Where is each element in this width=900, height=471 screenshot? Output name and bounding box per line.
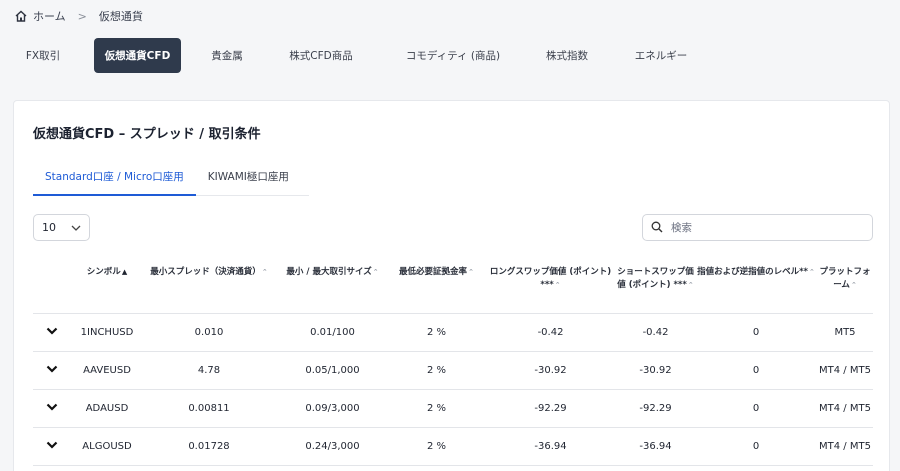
breadcrumb: ホーム > 仮想通貨 — [14, 7, 143, 25]
header-min-spread[interactable]: 最小スプレッド（決済通貨）⌃ — [141, 254, 277, 314]
header-short-swap[interactable]: ショートスワップ価値 (ポイント) ***⌃ — [616, 254, 695, 314]
search-icon — [651, 218, 663, 237]
tab-commodities[interactable]: コモディティ (商品) — [393, 38, 513, 73]
cell-margin: 2 % — [388, 389, 485, 428]
cell-spread: 0.01728 — [141, 427, 277, 466]
cell-level: 0 — [695, 389, 817, 428]
search-box[interactable] — [642, 214, 873, 241]
tab-standard-micro-account[interactable]: Standard口座 / Micro口座用 — [33, 158, 196, 196]
cell-platform: MT4 / MT5 — [817, 351, 873, 390]
breadcrumb-separator: > — [77, 9, 87, 23]
tab-stock-indices[interactable]: 株式指数 — [535, 38, 599, 73]
header-symbol[interactable]: シンボル▲ — [73, 254, 141, 314]
cell-short-swap: -0.42 — [616, 313, 695, 352]
chevron-down-icon[interactable] — [46, 365, 60, 375]
cell-short-swap: -92.29 — [616, 389, 695, 428]
table-row: ALGOUSD 0.01728 0.24/3,000 2 % -36.94 -3… — [33, 427, 873, 466]
cell-short-swap: -36.94 — [616, 427, 695, 466]
cell-symbol: ADAUSD — [73, 389, 141, 428]
cell-level: 0 — [695, 351, 817, 390]
cell-long-swap: -30.92 — [485, 351, 616, 390]
cell-symbol: 1INCHUSD — [73, 313, 141, 352]
header-stop-level[interactable]: 指値および逆指値のレベル**⌃ — [695, 254, 817, 314]
cell-size: 0.09/3,000 — [277, 389, 388, 428]
cell-short-swap: -30.92 — [616, 351, 695, 390]
cell-symbol: AAVEUSD — [73, 351, 141, 390]
conditions-table: シンボル▲ 最小スプレッド（決済通貨）⌃ 最小 / 最大取引サイズ⌃ 最低必要証… — [33, 254, 873, 466]
tab-stock-cfd[interactable]: 株式CFD商品 — [271, 38, 371, 73]
cell-spread: 0.010 — [141, 313, 277, 352]
cell-margin: 2 % — [388, 313, 485, 352]
chevron-down-icon[interactable] — [46, 403, 60, 413]
header-margin-rate[interactable]: 最低必要証拠金率⌃ — [388, 254, 485, 314]
table-row: ADAUSD 0.00811 0.09/3,000 2 % -92.29 -92… — [33, 389, 873, 428]
cell-platform: MT4 / MT5 — [817, 427, 873, 466]
home-icon[interactable] — [14, 9, 28, 23]
breadcrumb-current: 仮想通貨 — [98, 10, 143, 23]
cell-size: 0.05/1,000 — [277, 351, 388, 390]
chevron-down-icon[interactable] — [46, 441, 60, 451]
table-row: AAVEUSD 4.78 0.05/1,000 2 % -30.92 -30.9… — [33, 351, 873, 390]
tab-precious-metals[interactable]: 貴金属 — [195, 38, 259, 73]
tab-fx[interactable]: FX取引 — [14, 38, 72, 73]
tab-kiwami-account[interactable]: KIWAMI極口座用 — [195, 158, 309, 196]
card-title: 仮想通貨CFD – スプレッド / 取引条件 — [33, 127, 261, 142]
search-input[interactable] — [671, 221, 861, 234]
cell-long-swap: -36.94 — [485, 427, 616, 466]
cell-platform: MT5 — [817, 313, 873, 352]
table-header-row: シンボル▲ 最小スプレッド（決済通貨）⌃ 最小 / 最大取引サイズ⌃ 最低必要証… — [33, 254, 873, 314]
chevron-down-icon[interactable] — [46, 327, 60, 337]
tab-energy[interactable]: エネルギー — [619, 38, 703, 73]
page-size-select[interactable]: 10 — [33, 214, 90, 241]
account-tabs: Standard口座 / Micro口座用 KIWAMI極口座用 — [33, 158, 309, 196]
header-trade-size[interactable]: 最小 / 最大取引サイズ⌃ — [277, 254, 388, 314]
cell-margin: 2 % — [388, 427, 485, 466]
header-long-swap[interactable]: ロングスワップ価値 (ポイント) ***⌃ — [485, 254, 616, 314]
header-platform[interactable]: プラットフォーム⌃ — [817, 254, 873, 314]
cell-size: 0.24/3,000 — [277, 427, 388, 466]
chevron-down-icon — [71, 221, 81, 234]
cell-size: 0.01/100 — [277, 313, 388, 352]
table-row: 1INCHUSD 0.010 0.01/100 2 % -0.42 -0.42 … — [33, 313, 873, 352]
cell-long-swap: -92.29 — [485, 389, 616, 428]
cell-long-swap: -0.42 — [485, 313, 616, 352]
tab-crypto-cfd[interactable]: 仮想通貨CFD — [94, 38, 181, 73]
cell-level: 0 — [695, 313, 817, 352]
category-tabs: FX取引 仮想通貨CFD 貴金属 株式CFD商品 コモディティ (商品) 株式指… — [14, 38, 703, 73]
cell-spread: 0.00811 — [141, 389, 277, 428]
cell-symbol: ALGOUSD — [73, 427, 141, 466]
header-expand — [33, 254, 73, 314]
cell-platform: MT4 / MT5 — [817, 389, 873, 428]
cell-margin: 2 % — [388, 351, 485, 390]
breadcrumb-home-link[interactable]: ホーム — [33, 8, 66, 24]
conditions-card: 仮想通貨CFD – スプレッド / 取引条件 Standard口座 / Micr… — [13, 100, 890, 471]
cell-spread: 4.78 — [141, 351, 277, 390]
page-size-value: 10 — [42, 221, 56, 234]
cell-level: 0 — [695, 427, 817, 466]
